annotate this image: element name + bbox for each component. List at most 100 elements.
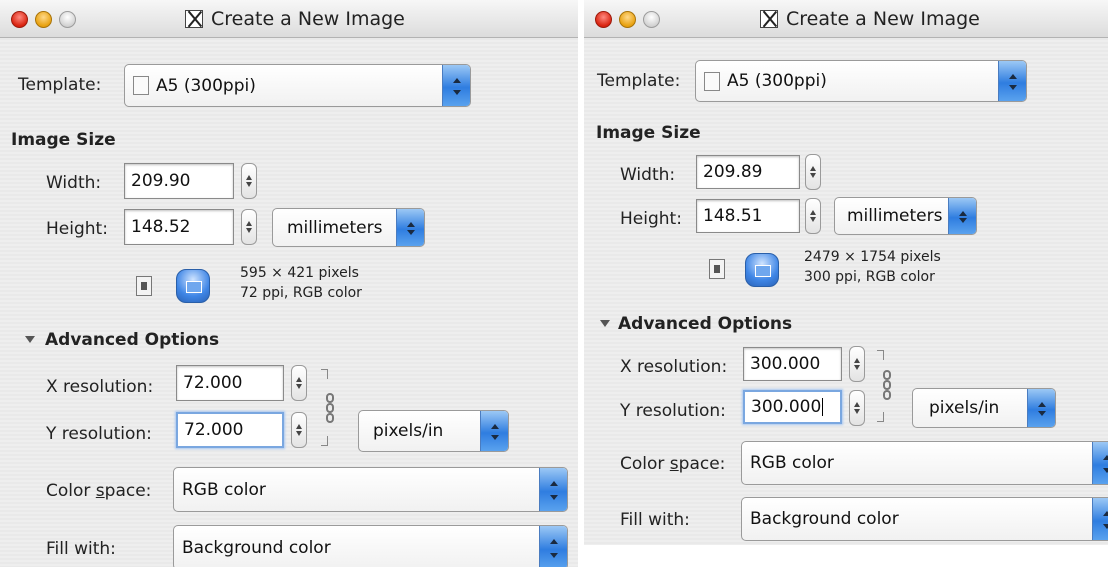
template-value: A5 (300ppi) (156, 75, 256, 96)
chain-bracket-bottom (877, 412, 884, 422)
chain-icon[interactable] (326, 393, 334, 425)
image-info: 595 × 421 pixels 72 ppi, RGB color (240, 263, 362, 303)
color-space-value: RGB color (182, 479, 266, 500)
document-icon (133, 76, 149, 95)
document-icon (704, 71, 720, 91)
x-resolution-value: 300.000 (750, 354, 821, 374)
width-label: Width: (46, 173, 102, 193)
fill-with-select[interactable]: Background color (741, 497, 1108, 541)
disclosure-triangle-icon[interactable] (25, 336, 35, 348)
color-space-select[interactable]: RGB color (173, 467, 568, 512)
height-field[interactable]: 148.51 (696, 199, 800, 233)
image-size-heading: Image Size (11, 130, 116, 150)
fill-with-label: Fill with: (46, 539, 116, 559)
y-resolution-field[interactable]: 300.000 (743, 390, 842, 424)
x-resolution-stepper[interactable] (291, 365, 307, 401)
portrait-icon[interactable] (709, 259, 725, 279)
template-label: Template: (18, 75, 102, 95)
width-label: Width: (620, 165, 676, 185)
y-resolution-value: 300.000 (751, 397, 822, 417)
resolution-unit-value: pixels/in (373, 421, 444, 441)
x11-icon (185, 10, 203, 28)
fill-with-value: Background color (750, 509, 899, 529)
size-unit-value: millimeters (847, 206, 943, 226)
height-value: 148.51 (703, 206, 763, 226)
y-resolution-stepper[interactable] (291, 412, 307, 448)
minimize-icon[interactable] (619, 11, 636, 28)
chevron-updown-icon (998, 61, 1026, 101)
height-label: Height: (46, 219, 108, 239)
chevron-updown-icon (539, 526, 567, 567)
color-space-value: RGB color (750, 453, 834, 473)
width-stepper[interactable] (805, 154, 821, 190)
chain-bracket-top (321, 369, 328, 379)
template-select[interactable]: A5 (300ppi) (124, 64, 471, 107)
minimize-icon[interactable] (35, 11, 52, 28)
portrait-icon[interactable] (136, 276, 152, 296)
y-resolution-value: 72.000 (184, 420, 244, 440)
x-resolution-label: X resolution: (46, 377, 154, 397)
fill-with-label: Fill with: (620, 510, 690, 530)
title-bar: Create a New Image (584, 0, 1108, 38)
chevron-updown-icon (480, 411, 508, 451)
height-value: 148.52 (131, 217, 191, 237)
height-field[interactable]: 148.52 (124, 209, 234, 245)
width-value: 209.89 (703, 162, 763, 182)
close-icon[interactable] (595, 11, 612, 28)
x-resolution-value: 72.000 (183, 373, 243, 393)
fill-with-value: Background color (182, 537, 331, 558)
title-bar: Create a New Image (0, 0, 578, 38)
width-stepper[interactable] (241, 163, 257, 199)
window-title-text: Create a New Image (211, 8, 405, 30)
color-space-label: Color space: (46, 481, 152, 501)
new-image-dialog-right: Create a New Image Template: A5 (300ppi)… (584, 0, 1108, 545)
height-label: Height: (620, 209, 682, 229)
chevron-updown-icon (948, 198, 976, 234)
new-image-dialog-left: Create a New Image Template: A5 (300ppi)… (0, 0, 578, 567)
template-label: Template: (597, 71, 681, 91)
height-stepper[interactable] (805, 198, 821, 234)
size-unit-select[interactable]: millimeters (834, 197, 977, 235)
y-resolution-stepper[interactable] (849, 390, 865, 426)
pixel-dimensions-text: 2479 × 1754 pixels (804, 249, 941, 265)
width-value: 209.90 (131, 171, 191, 191)
chevron-updown-icon (1092, 442, 1108, 484)
template-value: A5 (300ppi) (727, 71, 827, 91)
size-unit-select[interactable]: millimeters (272, 208, 425, 247)
chain-icon[interactable] (883, 370, 891, 402)
disclosure-triangle-icon[interactable] (600, 320, 610, 332)
text-caret (822, 398, 824, 416)
width-field[interactable]: 209.90 (124, 163, 234, 199)
landscape-icon[interactable] (745, 253, 779, 287)
chain-bracket-bottom (321, 436, 328, 446)
zoom-icon[interactable] (643, 11, 660, 28)
resolution-colorspace-text: 300 ppi, RGB color (804, 269, 935, 285)
resolution-unit-select[interactable]: pixels/in (912, 388, 1056, 428)
y-resolution-field[interactable]: 72.000 (176, 412, 284, 448)
x-resolution-field[interactable]: 300.000 (743, 347, 842, 381)
color-space-select[interactable]: RGB color (741, 441, 1108, 485)
chevron-updown-icon (396, 209, 424, 246)
x-resolution-stepper[interactable] (849, 346, 865, 382)
chain-bracket-top (877, 350, 884, 360)
close-icon[interactable] (11, 11, 28, 28)
color-space-label: Color space: (620, 454, 726, 474)
resolution-unit-select[interactable]: pixels/in (358, 410, 509, 452)
advanced-options-heading[interactable]: Advanced Options (45, 330, 219, 350)
x-resolution-label: X resolution: (620, 357, 728, 377)
chevron-updown-icon (442, 65, 470, 106)
y-resolution-label: Y resolution: (46, 424, 152, 444)
landscape-icon[interactable] (176, 269, 210, 303)
advanced-options-heading[interactable]: Advanced Options (618, 314, 792, 334)
x-resolution-field[interactable]: 72.000 (176, 365, 284, 401)
resolution-unit-value: pixels/in (929, 398, 1000, 418)
image-size-heading: Image Size (596, 123, 701, 143)
fill-with-select[interactable]: Background color (173, 525, 568, 567)
chevron-updown-icon (539, 468, 567, 511)
template-select[interactable]: A5 (300ppi) (695, 60, 1027, 102)
window-title-text: Create a New Image (786, 8, 980, 30)
pixel-dimensions-text: 595 × 421 pixels (240, 265, 359, 281)
width-field[interactable]: 209.89 (696, 155, 800, 189)
zoom-icon[interactable] (59, 11, 76, 28)
height-stepper[interactable] (241, 209, 257, 245)
